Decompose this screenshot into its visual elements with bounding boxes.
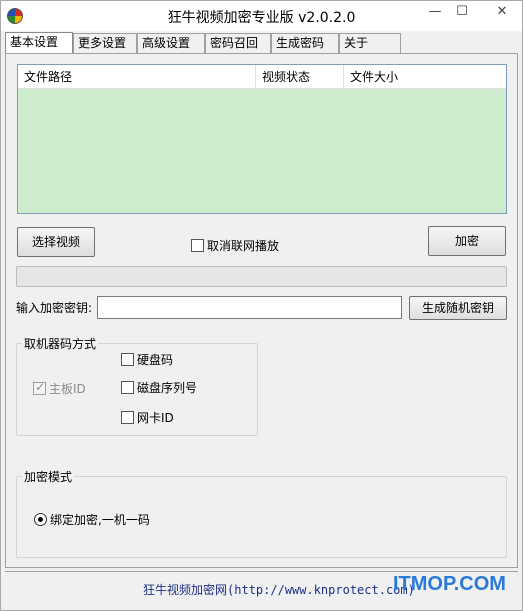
status-separator	[5, 571, 518, 572]
tab-password-recall[interactable]: 密码召回	[205, 33, 271, 53]
website-link[interactable]: 狂牛视频加密网(http://www.knprotect.com)	[143, 581, 415, 598]
checkbox-checked-icon	[33, 380, 46, 395]
cancel-network-play-label: 取消联网播放	[207, 239, 280, 253]
checkbox-icon	[191, 239, 204, 252]
encrypt-mode-group-title: 加密模式	[22, 468, 75, 485]
progress-bar	[16, 266, 507, 287]
column-video-status[interactable]: 视频状态	[256, 65, 344, 89]
close-button[interactable]: ✕	[491, 4, 513, 19]
minimize-button[interactable]: —	[424, 4, 446, 19]
main-window: 狂牛视频加密专业版 v2.0.2.0 — ☐ ✕ 基本设置 更多设置 高级设置 …	[0, 0, 523, 611]
site-url: (http://www.knprotect.com)	[227, 583, 415, 597]
select-video-button[interactable]: 选择视频	[17, 227, 95, 257]
nic-id-label: 网卡ID	[137, 411, 174, 425]
tab-more-settings[interactable]: 更多设置	[73, 33, 137, 53]
maximize-button[interactable]: ☐	[451, 4, 473, 19]
key-label: 输入加密密钥:	[16, 301, 93, 315]
checkbox-icon	[121, 381, 134, 394]
column-file-size[interactable]: 文件大小	[344, 65, 506, 89]
watermark-text: ITMOP.COM	[393, 573, 506, 595]
machine-code-group-title: 取机器码方式	[22, 335, 99, 352]
checkbox-icon	[121, 353, 134, 366]
radio-selected-icon	[34, 513, 47, 526]
encrypt-button[interactable]: 加密	[428, 226, 506, 256]
file-list[interactable]: 文件路径 视频状态 文件大小	[17, 64, 507, 214]
tab-advanced-settings[interactable]: 高级设置	[137, 33, 205, 53]
disk-code-label: 硬盘码	[137, 353, 174, 367]
nic-id-checkbox[interactable]: 网卡ID	[121, 409, 174, 426]
column-file-path[interactable]: 文件路径	[18, 65, 256, 89]
bind-encrypt-label: 绑定加密,一机一码	[50, 513, 150, 527]
tab-generate-password[interactable]: 生成密码	[271, 33, 339, 53]
disk-serial-checkbox[interactable]: 磁盘序列号	[121, 379, 197, 396]
disk-code-checkbox[interactable]: 硬盘码	[121, 351, 173, 368]
checkbox-icon	[121, 411, 134, 424]
title-bar: 狂牛视频加密专业版 v2.0.2.0 — ☐ ✕	[1, 1, 522, 31]
site-name: 狂牛视频加密网	[143, 583, 228, 597]
generate-random-key-button[interactable]: 生成随机密钥	[409, 296, 507, 320]
tab-basic-settings[interactable]: 基本设置	[5, 32, 73, 53]
file-list-header: 文件路径 视频状态 文件大小	[18, 65, 506, 89]
mainboard-id-label: 主板ID	[49, 382, 86, 396]
bind-encrypt-radio[interactable]: 绑定加密,一机一码	[34, 511, 150, 528]
disk-serial-label: 磁盘序列号	[137, 381, 198, 395]
tab-about[interactable]: 关于	[339, 33, 401, 53]
cancel-network-play-checkbox[interactable]: 取消联网播放	[191, 237, 279, 254]
mainboard-id-checkbox[interactable]: 主板ID	[33, 380, 86, 397]
key-input[interactable]	[97, 296, 402, 319]
